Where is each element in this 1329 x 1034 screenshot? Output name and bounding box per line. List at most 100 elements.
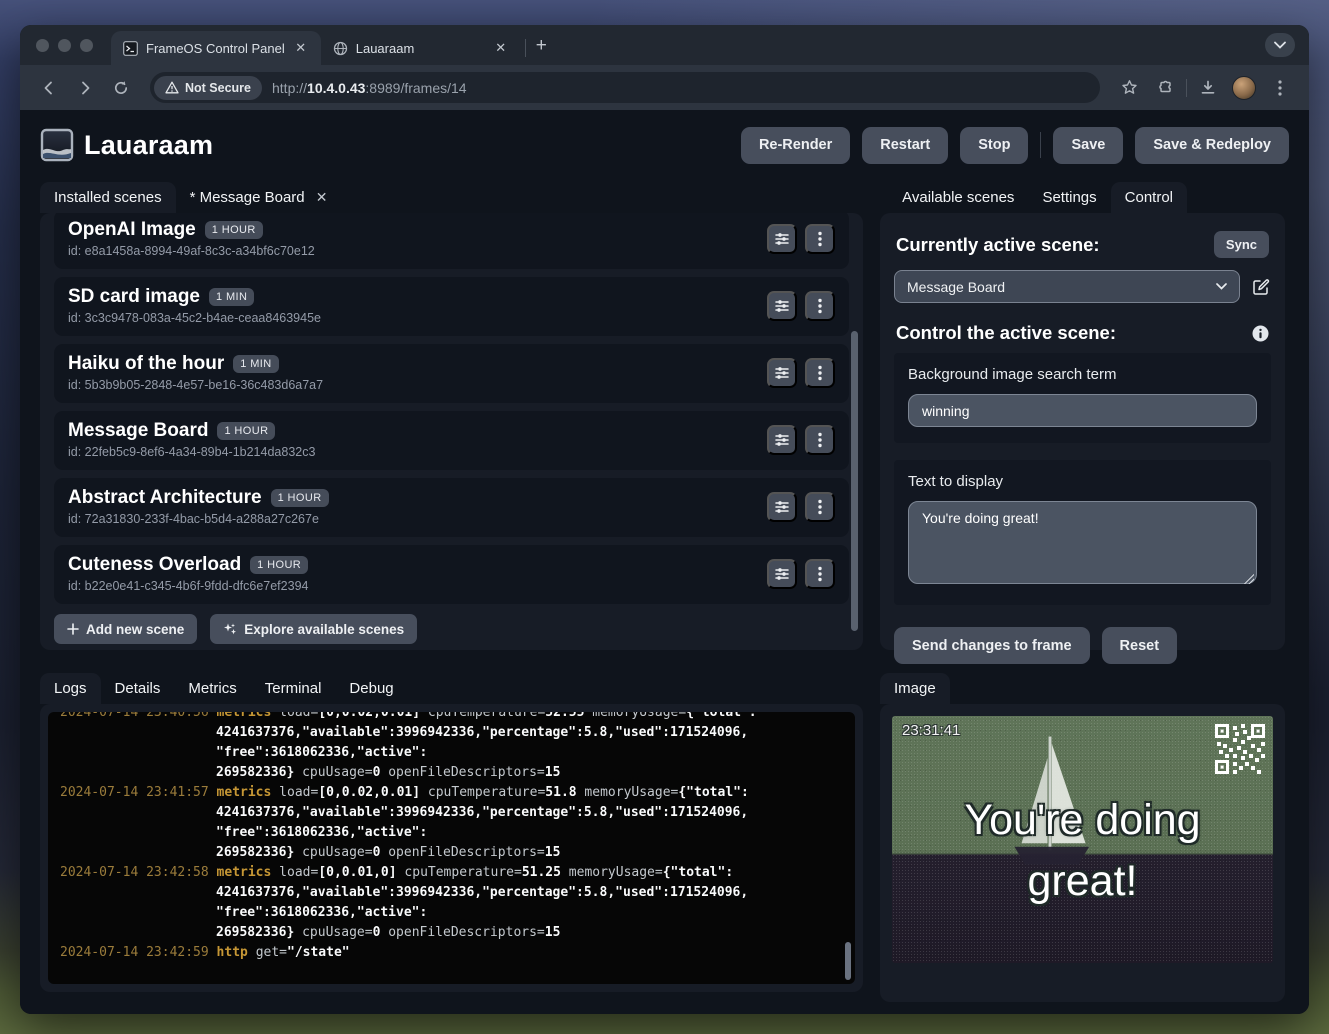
scene-settings-button[interactable] (767, 358, 797, 388)
scene-info: OpenAI Image1 HOURid: e8a1458a-8994-49af… (68, 219, 767, 258)
log-tabs: LogsDetailsMetricsTerminalDebug (40, 671, 863, 704)
tab-available-scenes[interactable]: Available scenes (888, 182, 1028, 213)
tab-search-button[interactable] (1265, 33, 1295, 57)
add-new-scene-button[interactable]: Add new scene (54, 614, 197, 644)
log-text: memoryUsage= (561, 865, 663, 880)
header-button-save-redeploy[interactable]: Save & Redeploy (1135, 127, 1289, 164)
scene-id: id: 3c3c9478-083a-45c2-b4ae-ceaa8463945e (68, 311, 767, 325)
tab-title: FrameOS Control Panel (146, 41, 285, 56)
log-entry: 2024-07-14 23:42:59 http get="/state" (60, 943, 843, 963)
tab-details[interactable]: Details (101, 673, 175, 704)
scene-actions (767, 492, 835, 522)
tab-metrics[interactable]: Metrics (174, 673, 250, 704)
scene-card[interactable]: Message Board1 HOURid: 22feb5c9-8ef6-4a3… (54, 411, 849, 470)
window-controls[interactable] (20, 25, 111, 65)
header-button-save[interactable]: Save (1053, 127, 1123, 164)
minimize-window-button[interactable] (58, 39, 71, 52)
browser-tab-frameos[interactable]: FrameOS Control Panel ✕ (111, 31, 321, 65)
scene-settings-button[interactable] (767, 492, 797, 522)
scene-info: Cuteness Overload1 HOURid: b22e0e41-c345… (68, 554, 767, 593)
scene-settings-button[interactable] (767, 291, 797, 321)
scene-title: Cuteness Overload (68, 554, 241, 576)
profile-avatar[interactable] (1229, 73, 1259, 103)
scene-menu-button[interactable] (805, 224, 835, 254)
tab-image[interactable]: Image (880, 673, 950, 704)
sync-button[interactable]: Sync (1214, 231, 1269, 258)
frame-logo-icon (40, 128, 74, 162)
log-text: 269582336} (216, 925, 294, 940)
scene-list-scrollbar[interactable] (851, 331, 858, 631)
button-group-divider (1040, 132, 1041, 158)
log-scrollbar[interactable] (845, 942, 851, 980)
tab-debug[interactable]: Debug (335, 673, 407, 704)
send-changes-button[interactable]: Send changes to frame (894, 627, 1090, 664)
address-bar[interactable]: Not Secure http://10.4.0.43:8989/frames/… (150, 72, 1100, 103)
header-button-restart[interactable]: Restart (862, 127, 948, 164)
back-button[interactable] (34, 73, 64, 103)
tab-settings[interactable]: Settings (1028, 182, 1110, 213)
header-button-re-render[interactable]: Re-Render (741, 127, 850, 164)
tab-control[interactable]: Control (1111, 182, 1187, 213)
scene-title-row: Haiku of the hour1 MIN (68, 353, 767, 375)
toolbar-divider (1186, 79, 1187, 97)
scene-menu-button[interactable] (805, 358, 835, 388)
reset-button[interactable]: Reset (1102, 627, 1178, 664)
scene-menu-button[interactable] (805, 291, 835, 321)
log-keyword: metrics (217, 865, 280, 880)
log-keyword: metrics (217, 712, 280, 720)
bookmark-star-icon[interactable] (1114, 73, 1144, 103)
scene-card[interactable]: Cuteness Overload1 HOURid: b22e0e41-c345… (54, 545, 849, 604)
maximize-window-button[interactable] (80, 39, 93, 52)
scene-menu-button[interactable] (805, 425, 835, 455)
scene-card[interactable]: Abstract Architecture1 HOURid: 72a31830-… (54, 478, 849, 537)
scene-settings-button[interactable] (767, 425, 797, 455)
scene-card[interactable]: Haiku of the hour1 MINid: 5b3b9b05-2848-… (54, 344, 849, 403)
log-text: [0,0.02,0.01] (318, 712, 420, 720)
log-line-continuation: 4241637376,"available":3996942336,"perce… (60, 803, 843, 823)
log-text: cpuUsage= (294, 765, 372, 780)
image-preview-panel: 23:31:41 You're doing great! (880, 704, 1285, 1002)
scene-menu-button[interactable] (805, 492, 835, 522)
scene-id: id: b22e0e41-c345-4b6f-9fdd-dfc6e7ef2394 (68, 579, 767, 593)
browser-tab-lauaraam[interactable]: Lauaraam ✕ (321, 31, 521, 65)
tab-close-icon[interactable]: ✕ (314, 189, 330, 206)
field-label: Text to display (908, 473, 1257, 490)
explore-available-scenes-button[interactable]: Explore available scenes (210, 614, 417, 644)
edit-scene-icon[interactable] (1251, 277, 1271, 297)
tab-close-icon[interactable]: ✕ (493, 40, 509, 56)
installed-scenes-panel: OpenAI Image1 HOURid: e8a1458a-8994-49af… (40, 213, 863, 650)
globe-favicon-icon (333, 41, 348, 56)
download-icon[interactable] (1193, 73, 1223, 103)
scene-settings-button[interactable] (767, 224, 797, 254)
not-secure-chip[interactable]: Not Secure (154, 76, 262, 100)
log-line: 2024-07-14 23:40:56 metrics load=[0,0.02… (60, 712, 843, 723)
control-scene-heading: Control the active scene: (896, 322, 1116, 344)
extensions-icon[interactable] (1150, 73, 1180, 103)
log-text: load= (279, 712, 318, 720)
tab-installed-scenes[interactable]: Installed scenes (40, 182, 176, 213)
forward-button[interactable] (70, 73, 100, 103)
log-line: 2024-07-14 23:42:58 metrics load=[0,0.01… (60, 863, 843, 883)
scene-card[interactable]: OpenAI Image1 HOURid: e8a1458a-8994-49af… (54, 213, 849, 269)
background-search-input[interactable] (908, 394, 1257, 427)
browser-menu-icon[interactable] (1265, 73, 1295, 103)
tab-terminal[interactable]: Terminal (251, 673, 336, 704)
header-button-stop[interactable]: Stop (960, 127, 1028, 164)
tab--message-board[interactable]: * Message Board✕ (176, 182, 344, 213)
log-text: 4241637376,"available":3996942336,"perce… (216, 805, 748, 820)
reload-button[interactable] (106, 73, 136, 103)
plus-icon (67, 623, 79, 635)
tab-logs[interactable]: Logs (40, 673, 101, 704)
tab-divider (525, 39, 526, 57)
active-scene-select[interactable]: Message Board (894, 270, 1240, 303)
scene-menu-button[interactable] (805, 559, 835, 589)
tab-close-icon[interactable]: ✕ (293, 40, 309, 56)
new-tab-button[interactable]: + (530, 35, 557, 65)
scene-settings-button[interactable] (767, 559, 797, 589)
close-window-button[interactable] (36, 39, 49, 52)
info-icon[interactable] (1252, 325, 1269, 342)
text-to-display-textarea[interactable]: You're doing great! (908, 501, 1257, 584)
scene-card[interactable]: SD card image1 MINid: 3c3c9478-083a-45c2… (54, 277, 849, 336)
url-text[interactable]: http://10.4.0.43:8989/frames/14 (272, 80, 467, 96)
log-output[interactable]: 2024-07-14 23:40:56 metrics load=[0,0.02… (48, 712, 855, 984)
